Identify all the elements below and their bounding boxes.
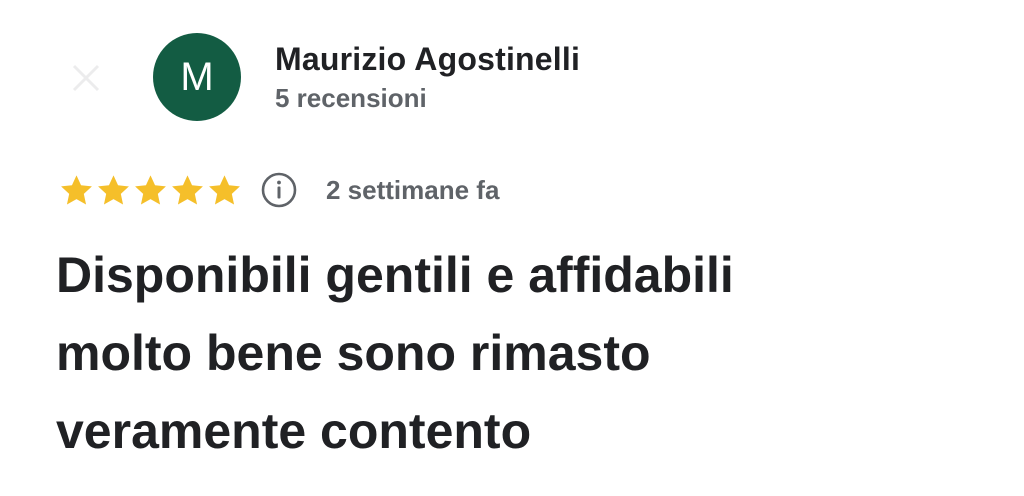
review-line: Disponibili gentili e affidabili <box>56 247 734 303</box>
star-icon <box>209 174 240 205</box>
star-rating <box>58 172 243 209</box>
avatar-letter: M <box>180 54 214 99</box>
reviewer-review-count: 5 recensioni <box>275 83 427 113</box>
review-body: Disponibili gentili e affidabili molto b… <box>56 236 1016 470</box>
reviewer-header: M Maurizio Agostinelli 5 recensioni <box>153 33 580 121</box>
info-icon[interactable] <box>260 171 298 209</box>
review-date: 2 settimane fa <box>326 174 500 205</box>
review-line: molto bene sono rimasto <box>56 325 651 381</box>
star-icon <box>172 174 203 205</box>
avatar[interactable]: M <box>153 33 241 121</box>
reviewer-info: Maurizio Agostinelli 5 recensioni <box>275 39 580 115</box>
close-icon[interactable] <box>66 58 106 98</box>
star-icon <box>98 174 129 205</box>
rating-row: 2 settimane fa <box>58 168 499 212</box>
star-icon <box>135 174 166 205</box>
review-line: veramente contento <box>56 403 532 459</box>
reviewer-name[interactable]: Maurizio Agostinelli <box>275 39 580 79</box>
star-icon <box>61 174 92 205</box>
